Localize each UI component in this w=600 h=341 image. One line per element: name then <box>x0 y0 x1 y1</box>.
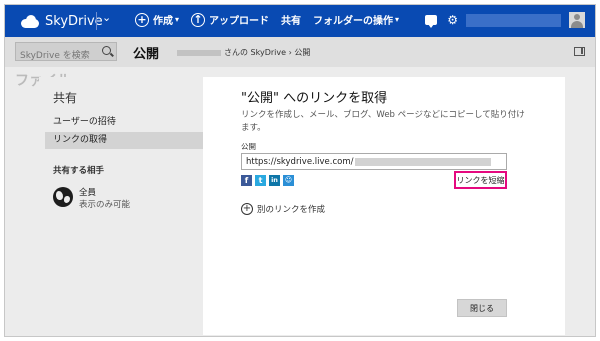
social-share-icons: f t in ☺ <box>241 175 297 186</box>
close-button[interactable]: 閉じる <box>457 299 507 317</box>
page-title: 公開 <box>133 47 160 62</box>
dropdown-arrow-icon: ▾ <box>395 15 400 24</box>
upload-icon: ↑ <box>191 12 206 27</box>
dialog-description: リンクを作成し、メール、ブログ、Web ページなどにコピーして貼り付けます。 <box>241 110 525 133</box>
create-another-link-label: 別のリンクを作成 <box>257 205 326 215</box>
create-label: 作成 <box>153 16 173 27</box>
link-url: https://skydrive.live.com/ <box>246 156 354 167</box>
sidebar-item-invite[interactable]: ユーザーの招待 <box>45 114 203 131</box>
sub-bar: 公開 さんの SkyDrive › 公開 <box>5 37 595 67</box>
linkedin-icon[interactable]: in <box>269 175 280 186</box>
folder-actions-menu-item[interactable]: フォルダーの操作 ▾ <box>313 12 399 27</box>
dialog-heading: 共有 <box>53 91 78 105</box>
dropdown-arrow-icon: ▾ <box>175 15 180 24</box>
twitter-icon[interactable]: t <box>255 175 266 186</box>
dialog-title: "公開" へのリンクを取得 <box>241 91 388 106</box>
create-menu-item[interactable]: + 作成 ▾ <box>135 12 179 27</box>
search-icon[interactable] <box>102 46 111 55</box>
command-menu: + 作成 ▾ ↑ アップロード 共有 フォルダーの操作 ▾ <box>135 12 411 27</box>
messenger-icon[interactable]: ☺ <box>283 175 294 186</box>
owner-name-redacted <box>177 49 221 56</box>
brand[interactable]: SkyDrive <box>19 12 103 30</box>
permission-name: 全員 <box>79 188 97 198</box>
search-input[interactable] <box>16 47 98 65</box>
top-bar: SkyDrive ⌄ + 作成 ▾ ↑ アップロード 共有 フォルダーの操作 ▾ <box>5 5 595 37</box>
brand-name: SkyDrive <box>45 13 103 29</box>
app-window: SkyDrive ⌄ + 作成 ▾ ↑ アップロード 共有 フォルダーの操作 ▾ <box>4 4 596 337</box>
search-box <box>15 42 117 65</box>
gear-icon[interactable]: ⚙ <box>447 14 458 26</box>
details-pane-icon[interactable] <box>574 47 585 56</box>
divider <box>96 12 97 30</box>
globe-icon <box>53 187 73 207</box>
upload-label: アップロード <box>209 16 270 27</box>
breadcrumb: さんの SkyDrive › 公開 <box>177 47 310 58</box>
upload-menu-item[interactable]: ↑ アップロード <box>191 12 269 27</box>
plus-circle-icon: + <box>135 12 149 27</box>
shared-with-heading: 共有する相手 <box>53 166 105 176</box>
avatar[interactable] <box>569 12 585 28</box>
cloud-icon <box>19 14 41 28</box>
shorten-link-button[interactable]: リンクを短縮 <box>454 171 507 189</box>
create-another-link[interactable]: + 別のリンクを作成 <box>241 203 325 215</box>
permission-description: 表示のみ可能 <box>79 200 131 210</box>
chat-icon[interactable] <box>425 15 438 28</box>
user-name-redacted[interactable] <box>466 13 561 27</box>
link-field-label: 公開 <box>241 142 256 151</box>
share-dialog-sidebar: 共有 ユーザーの招待 リンクの取得 共有する相手 全員 表示のみ可能 <box>39 77 203 335</box>
sidebar-item-get-link[interactable]: リンクの取得 <box>45 132 203 149</box>
link-url-redacted <box>355 157 492 166</box>
top-right-controls: ⚙ <box>425 12 585 28</box>
breadcrumb-text[interactable]: さんの SkyDrive › 公開 <box>224 47 310 58</box>
facebook-icon[interactable]: f <box>241 175 252 186</box>
plus-circle-icon: + <box>241 203 253 215</box>
share-dialog-main: "公開" へのリンクを取得 リンクを作成し、メール、ブログ、Web ページなどに… <box>203 77 565 335</box>
link-field[interactable]: https://skydrive.live.com/ <box>241 153 507 170</box>
share-label: 共有 <box>281 16 302 27</box>
chevron-down-icon[interactable]: ⌄ <box>102 11 111 24</box>
folder-actions-label: フォルダーの操作 <box>313 16 394 27</box>
share-menu-item[interactable]: 共有 <box>281 12 301 27</box>
